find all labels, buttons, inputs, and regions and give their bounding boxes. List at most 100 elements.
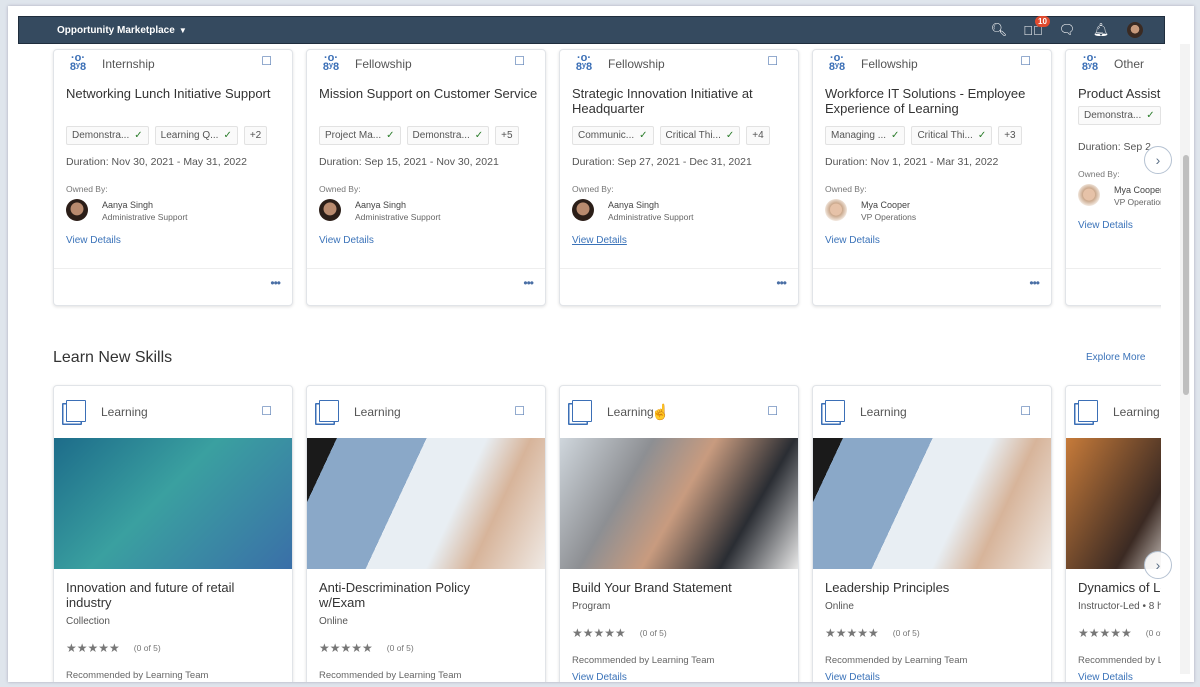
course-delivery: Online — [319, 616, 348, 627]
recommended-by: Recommended by Learning Team — [572, 655, 715, 666]
explore-more-link[interactable]: Explore More — [1086, 352, 1145, 363]
learning-card[interactable]: Learning ☐ Anti-Descrimination Policy w/E… — [306, 385, 546, 682]
check-icon: ✓ — [223, 130, 232, 141]
more-skills-tag[interactable]: +5 — [495, 126, 519, 145]
app-title-menu[interactable]: Opportunity Marketplace ▼ — [57, 25, 187, 36]
view-details-link[interactable]: View Details — [1078, 672, 1173, 682]
skill-tag-label: Demonstra... — [1084, 110, 1142, 121]
check-icon: ✓ — [891, 130, 900, 141]
duration: Duration: Nov 30, 2021 - May 31, 2022 — [66, 156, 247, 168]
skill-tag: Demonstra... ✓ — [406, 126, 490, 145]
more-skills-tag[interactable]: +2 — [243, 126, 268, 145]
view-details-link[interactable]: View Details — [825, 672, 1039, 682]
skill-tag: Demonstra... ✓ — [1078, 106, 1161, 125]
more-options-icon[interactable]: ••• — [523, 276, 534, 290]
divider — [54, 268, 292, 269]
divider — [813, 268, 1051, 269]
opportunity-card[interactable]: ·o·8ʸ8Other ☐ Product Assistant Initiati… — [1065, 49, 1173, 306]
opportunity-card[interactable]: ·o· 8ʸ8 Fellowship ☐ Mission Support on Cu… — [306, 49, 546, 306]
notifications-button[interactable]: 🔔︎ — [1084, 18, 1118, 42]
learning-card[interactable]: Learning ☐ Build Your Brand Statement Pro… — [559, 385, 799, 682]
more-skills-tag[interactable]: +4 — [746, 126, 770, 145]
check-icon: ✓ — [1146, 110, 1155, 121]
app-title: Opportunity Marketplace — [57, 24, 175, 36]
check-icon: ✓ — [977, 130, 987, 141]
learning-card[interactable]: Learning ☐ Leadership Principles Online ★… — [812, 385, 1052, 682]
opportunity-card[interactable]: ·o· 8ʸ8 Fellowship ☐ Workforce IT Solution… — [812, 49, 1052, 306]
course-thumbnail[interactable] — [560, 438, 798, 569]
view-details-link[interactable]: View Details — [1078, 220, 1133, 231]
skill-tag-label: Communic... — [578, 130, 635, 141]
rating-count: (0 of 5) — [892, 628, 920, 638]
bookmark-icon[interactable]: ☐ — [1020, 54, 1031, 68]
course-thumbnail[interactable] — [1066, 438, 1173, 569]
more-skills-tag[interactable]: +3 — [998, 126, 1022, 145]
people-icon: ·o· 8ʸ8 — [575, 52, 593, 73]
bookmark-icon[interactable]: ☐ — [514, 404, 525, 418]
owned-by-label: Owned By: — [1078, 169, 1120, 179]
feedback-button[interactable]: 🗨︎ — [1050, 18, 1084, 42]
next-arrow-learning[interactable]: › — [1144, 551, 1172, 579]
people-icon: ·o· 8ʸ8 — [69, 52, 87, 73]
people-icon: ·o· 8ʸ8 — [828, 52, 846, 73]
opportunity-type: Fellowship — [861, 57, 918, 71]
check-icon: ✓ — [639, 130, 648, 141]
course-thumbnail[interactable] — [54, 438, 292, 569]
more-options-icon[interactable]: ••• — [1029, 276, 1040, 290]
bookmark-icon[interactable]: ☐ — [767, 404, 778, 418]
course-title: Innovation and future of retail industry — [66, 580, 235, 610]
opportunity-title: Networking Lunch Initiative Support — [66, 86, 271, 101]
bookmark-icon[interactable]: ☐ — [261, 404, 272, 418]
owner-name: Aanya Singh — [355, 200, 407, 210]
course-thumbnail[interactable] — [307, 438, 545, 569]
user-menu-button[interactable] — [1118, 18, 1152, 42]
bookmark-icon[interactable]: ☐ — [767, 54, 778, 68]
course-delivery: Instructor-Led • 8 h — [1078, 601, 1163, 612]
bookmark-icon[interactable]: ☐ — [514, 54, 525, 68]
skill-tag: Learning Q... ✓ — [154, 126, 238, 145]
star-rating-icon: ★★★★★ — [1078, 626, 1132, 640]
rating-count: (0 of 5) — [386, 643, 414, 653]
opportunity-card[interactable]: ·o· 8ʸ8 Internship ☐ Networking Lunch Init… — [53, 49, 293, 306]
learning-type: Learning — [101, 405, 148, 419]
search-button[interactable]: 🔍︎ — [982, 18, 1016, 42]
course-thumbnail[interactable] — [813, 438, 1051, 569]
bookmark-icon[interactable]: ☐ — [261, 54, 272, 68]
shell-bar: Opportunity Marketplace ▼ 🔍︎ ✓⃝ 10 🗨︎ 🔔︎ — [18, 16, 1165, 44]
view-details-link[interactable]: View Details — [825, 235, 880, 246]
view-details-link[interactable]: View Details — [572, 672, 786, 682]
bookmark-icon[interactable]: ☐ — [1020, 404, 1031, 418]
opportunity-title: Mission Support on Customer Service — [319, 86, 538, 101]
owner-name: Aanya Singh — [608, 200, 660, 210]
people-icon: ·o· 8ʸ8 — [1081, 52, 1099, 73]
search-icon: 🔍︎ — [990, 22, 1008, 37]
view-details-link[interactable]: View Details — [572, 235, 627, 246]
course-title: Dynamics of Le — [1078, 580, 1168, 595]
learning-card[interactable]: Learning ☐ Innovation and future of retai… — [53, 385, 293, 682]
duration: Duration: Sep 2 — [1078, 141, 1151, 153]
check-icon: ✓ — [386, 130, 395, 141]
skill-tag: Project Ma... ✓ — [319, 126, 401, 145]
view-details-link[interactable]: View Details — [319, 235, 374, 246]
skill-tag-label: Demonstra... — [72, 130, 130, 141]
recommended-by: Recommended by Learning Team — [825, 655, 968, 666]
star-rating-icon: ★★★★★ — [66, 641, 120, 655]
duration: Duration: Nov 1, 2021 - Mar 31, 2022 — [825, 156, 999, 168]
view-details-link[interactable]: View Details — [66, 235, 121, 246]
more-options-icon[interactable]: ••• — [776, 276, 787, 290]
check-icon: ✓ — [474, 130, 484, 141]
todo-button[interactable]: ✓⃝ 10 — [1016, 16, 1050, 42]
learning-type: Learning — [607, 405, 654, 419]
avatar — [1127, 22, 1143, 38]
skill-tag: Critical Thi... ✓ — [659, 126, 741, 145]
more-options-icon[interactable]: ••• — [270, 276, 281, 290]
chevron-right-icon: › — [1155, 557, 1161, 573]
skill-tag: Demonstra... ✓ — [66, 126, 149, 145]
scrollbar-thumb[interactable] — [1183, 155, 1189, 395]
next-arrow-opportunities[interactable]: › — [1144, 146, 1172, 174]
learning-type: Learning — [860, 405, 907, 419]
opportunity-card[interactable]: ·o· 8ʸ8 Fellowship ☐ Strategic Innovation … — [559, 49, 799, 306]
book-icon — [825, 400, 845, 422]
book-icon — [1078, 400, 1098, 422]
learning-card[interactable]: Learning☐ Dynamics of Le Instructor-Led … — [1065, 385, 1173, 682]
